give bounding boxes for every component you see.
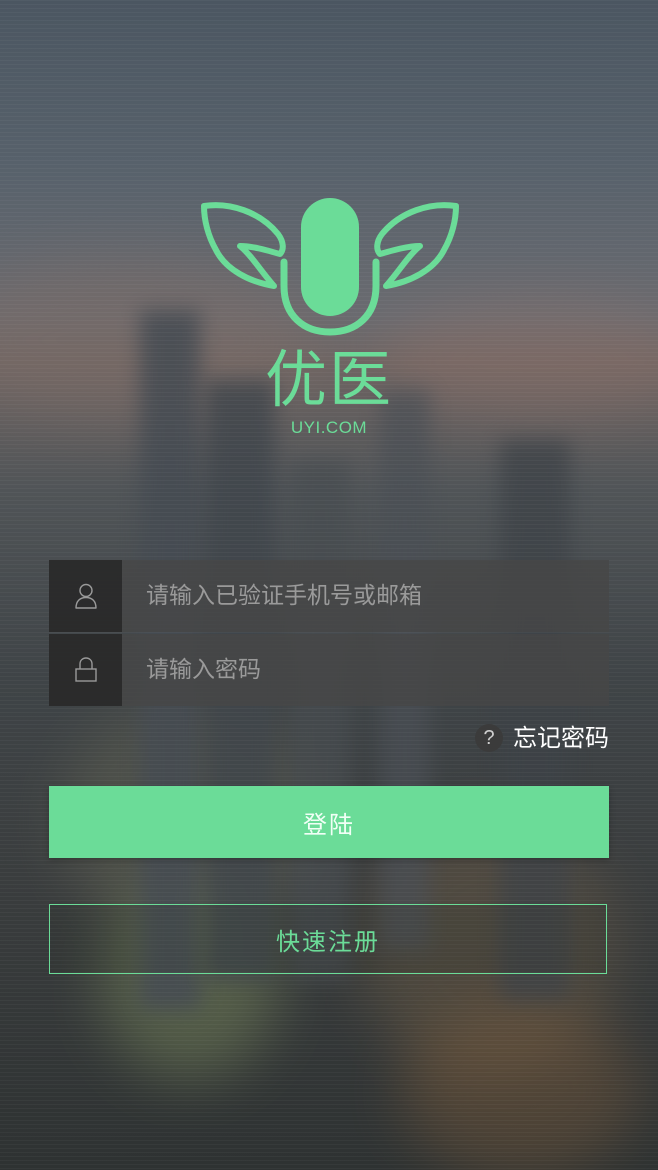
lock-icon-box xyxy=(49,634,122,706)
login-button[interactable]: 登陆 xyxy=(49,786,609,858)
brand-name: 优医 xyxy=(264,343,393,416)
lock-icon xyxy=(74,657,97,682)
user-icon-box xyxy=(49,560,122,632)
logo-icon xyxy=(201,198,459,336)
brand-domain: UYI.COM xyxy=(290,418,368,437)
forgot-password-link[interactable]: ? 忘记密码 xyxy=(475,722,609,754)
password-input[interactable] xyxy=(122,634,609,706)
password-field[interactable] xyxy=(49,634,609,706)
user-icon xyxy=(74,583,97,609)
username-field[interactable] xyxy=(49,560,609,632)
username-input[interactable] xyxy=(122,560,609,632)
quick-register-button[interactable]: 快速注册 xyxy=(49,904,607,974)
question-icon: ? xyxy=(475,724,503,752)
forgot-password-label: 忘记密码 xyxy=(513,724,609,752)
